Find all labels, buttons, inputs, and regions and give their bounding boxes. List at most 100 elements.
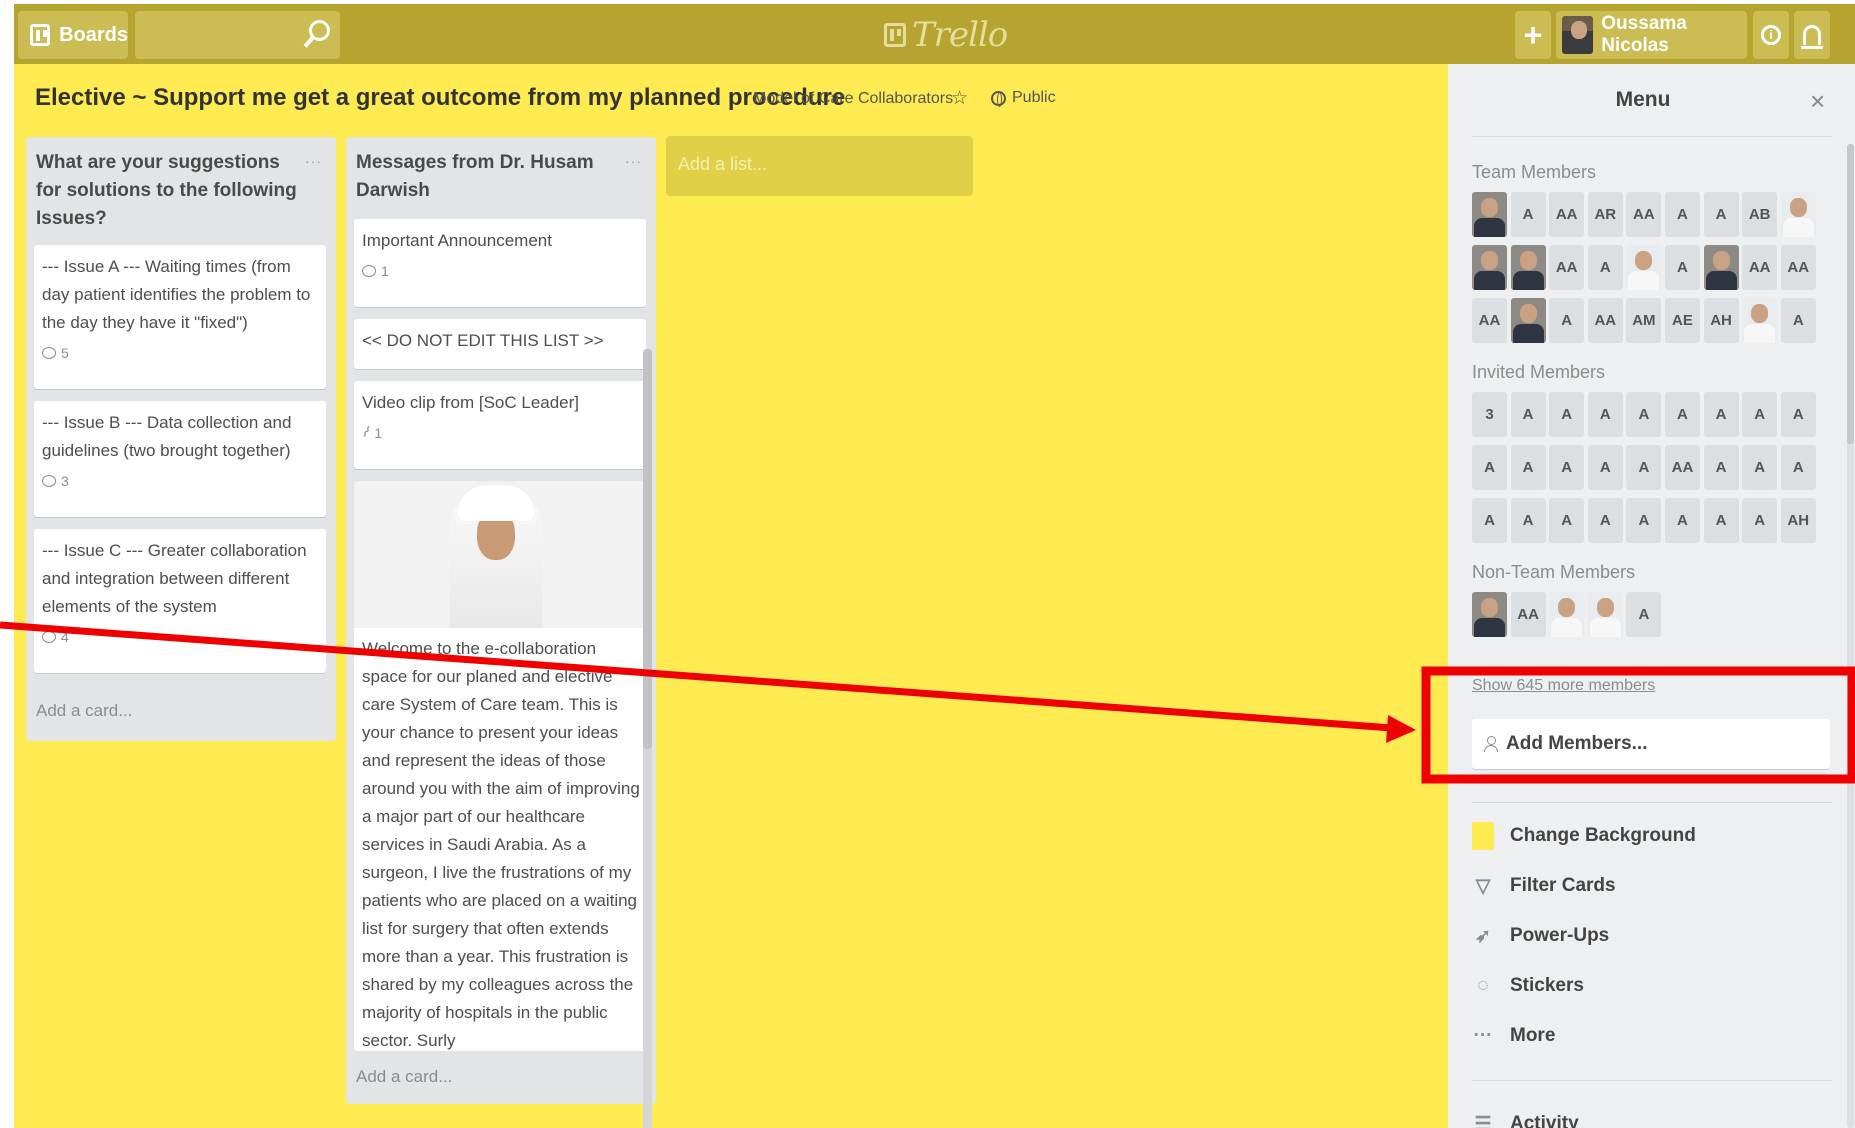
stickers-item[interactable]: ◌ Stickers [1472,966,1822,1006]
info-button[interactable]: i [1753,11,1789,59]
invited-member-avatar[interactable]: 3 [1472,392,1507,437]
filter-cards-item[interactable]: ▽ Filter Cards [1472,866,1822,906]
invited-member-avatar[interactable]: A [1587,498,1623,543]
team-member-avatar[interactable]: AA [1549,192,1585,237]
notifications-button[interactable] [1794,11,1830,59]
card-issue-c[interactable]: --- Issue C --- Greater collaboration an… [34,529,326,673]
more-item[interactable]: ··· More [1472,1016,1822,1056]
non-team-member-avatar[interactable]: AA [1510,592,1546,637]
list-title[interactable]: What are your suggestions for solutions … [36,149,304,233]
card-issue-a[interactable]: --- Issue A --- Waiting times (from day … [34,245,326,389]
invited-member-avatar[interactable]: A [1780,392,1816,437]
team-member-avatar[interactable]: AM [1626,298,1662,343]
invited-member-avatar[interactable]: AH [1780,498,1816,543]
non-team-member-avatar[interactable] [1587,592,1623,637]
team-member-avatar[interactable] [1510,298,1546,343]
card-important-announcement[interactable]: Important Announcement 1 [354,219,646,307]
invited-member-avatar[interactable]: A [1549,498,1585,543]
list-scroll-thumb[interactable] [643,349,652,749]
team-member-avatar[interactable] [1780,192,1816,237]
star-icon[interactable]: ☆ [951,87,968,110]
add-card-button[interactable]: Add a card... [36,701,132,721]
invited-member-avatar[interactable]: A [1549,445,1585,490]
team-member-avatar[interactable] [1703,245,1739,290]
invited-member-avatar[interactable]: A [1664,498,1700,543]
sidebar-scrollbar[interactable] [1847,144,1854,1128]
invited-member-avatar[interactable]: A [1549,392,1585,437]
activity-item[interactable]: ☰ Activity [1472,1104,1822,1128]
team-member-avatar[interactable]: A [1664,245,1700,290]
invited-member-avatar[interactable]: A [1703,392,1739,437]
show-more-members-link[interactable]: Show 645 more members [1472,677,1655,695]
invited-member-avatar[interactable]: A [1703,445,1739,490]
list-menu-icon[interactable]: ··· [625,153,642,169]
card-video-clip[interactable]: Video clip from [SoC Leader] ⌇ 1 [354,381,646,469]
team-member-avatar[interactable]: AA [1626,192,1662,237]
invited-member-avatar[interactable]: A [1510,498,1546,543]
team-member-avatar[interactable]: A [1664,192,1700,237]
add-card-button[interactable]: Add a card... [356,1067,452,1087]
invited-member-avatar[interactable]: A [1510,445,1546,490]
team-member-avatar[interactable]: AA [1742,245,1778,290]
change-background-item[interactable]: Change Background [1472,816,1822,856]
more-icon: ··· [1473,1025,1493,1046]
add-list-button[interactable]: Add a list... [666,136,973,196]
invited-member-avatar[interactable]: A [1780,445,1816,490]
user-menu-button[interactable]: Oussama Nicolas [1556,11,1747,59]
invited-member-avatar[interactable]: A [1587,445,1623,490]
invited-member-avatar[interactable]: A [1510,392,1546,437]
search-icon[interactable] [304,20,330,50]
team-member-avatar[interactable] [1742,298,1778,343]
invited-member-avatar[interactable]: A [1626,498,1662,543]
team-member-avatar[interactable]: AB [1742,192,1778,237]
team-member-avatar[interactable]: A [1549,298,1585,343]
list-menu-icon[interactable]: ··· [305,153,322,169]
list-scrollbar[interactable] [643,349,652,1128]
invited-member-avatar[interactable]: A [1472,498,1507,543]
non-team-member-avatar[interactable] [1472,592,1507,637]
invited-member-avatar[interactable]: A [1587,392,1623,437]
team-member-avatar[interactable]: A [1780,298,1816,343]
team-member-avatar[interactable]: AA [1472,298,1507,343]
power-ups-item[interactable]: ➶ Power-Ups [1472,916,1822,956]
invited-member-avatar[interactable]: A [1626,445,1662,490]
card-welcome-message[interactable]: Welcome to the e-collaboration space for… [354,481,646,1051]
board-title[interactable]: Elective ~ Support me get a great outcom… [35,84,845,112]
invited-member-avatar[interactable]: A [1472,445,1507,490]
add-button[interactable]: + [1515,11,1551,59]
team-member-avatar[interactable]: AA [1587,298,1623,343]
invited-member-avatar[interactable]: A [1742,498,1778,543]
add-members-button[interactable]: Add Members... [1472,719,1830,769]
team-member-avatar[interactable] [1472,192,1507,237]
team-member-avatar[interactable]: AE [1664,298,1700,343]
close-icon[interactable]: × [1810,86,1825,117]
invited-member-avatar[interactable]: A [1742,445,1778,490]
team-member-avatar[interactable]: AA [1549,245,1585,290]
card-do-not-edit[interactable]: << DO NOT EDIT THIS LIST >> [354,319,646,369]
team-member-avatar[interactable]: A [1510,192,1546,237]
card-issue-b[interactable]: --- Issue B --- Data collection and guid… [34,401,326,517]
team-member-avatar[interactable] [1472,245,1507,290]
invited-member-avatar[interactable]: A [1742,392,1778,437]
invited-member-avatar[interactable]: AA [1664,445,1700,490]
team-member-avatar[interactable]: A [1703,192,1739,237]
sidebar-scroll-thumb[interactable] [1847,144,1854,444]
team-member-avatar[interactable]: AR [1587,192,1623,237]
list-title[interactable]: Messages from Dr. Husam Darwish [356,149,624,205]
search-input[interactable] [135,11,305,59]
non-team-member-avatar[interactable] [1549,592,1585,637]
board-team-name[interactable]: Model of Care Collaborators [753,90,953,108]
trello-logo[interactable]: Trello [884,15,1008,55]
team-member-avatar[interactable] [1626,245,1662,290]
invited-member-avatar[interactable]: A [1626,392,1662,437]
invited-member-avatar[interactable]: A [1703,498,1739,543]
team-member-avatar[interactable]: AH [1703,298,1739,343]
team-member-avatar[interactable]: A [1587,245,1623,290]
search-box[interactable] [135,11,340,59]
invited-member-avatar[interactable]: A [1664,392,1700,437]
team-member-avatar[interactable] [1510,245,1546,290]
visibility-button[interactable]: Public [991,89,1056,107]
boards-button[interactable]: Boards [18,11,128,59]
team-member-avatar[interactable]: AA [1780,245,1816,290]
non-team-member-avatar[interactable]: A [1626,592,1662,637]
